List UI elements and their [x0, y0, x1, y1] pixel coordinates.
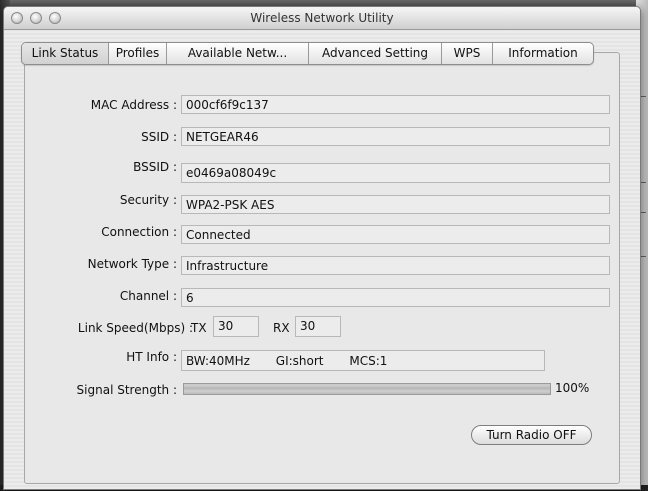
tab-available-networks[interactable]: Available Netw...: [166, 43, 308, 64]
network-type-label: Network Type :: [87, 257, 177, 271]
tx-field: 30: [213, 316, 259, 337]
signal-strength-percent: 100%: [555, 381, 590, 395]
tab-information[interactable]: Information: [492, 43, 593, 64]
ht-gi: GI:short: [275, 354, 324, 368]
security-field: WPA2-PSK AES: [181, 195, 610, 214]
ssid-label: SSID :: [141, 130, 177, 144]
ht-info-field: BW:40MHz GI:short MCS:1: [181, 350, 545, 371]
signal-strength-bar: [183, 383, 551, 395]
tab-bar: Link Status Profiles Available Netw... A…: [21, 42, 594, 65]
signal-strength-label: Signal Strength :: [76, 383, 177, 397]
connection-field: Connected: [181, 225, 610, 244]
rx-label: RX: [273, 321, 290, 335]
bssid-field: e0469a08049c: [181, 163, 610, 183]
tab-profiles[interactable]: Profiles: [108, 43, 166, 64]
security-label: Security :: [119, 193, 177, 207]
mac-address-field: 000cf6f9c137: [181, 95, 610, 114]
ht-bw: BW:40MHz: [186, 354, 250, 368]
ssid-field: NETGEAR46: [181, 127, 610, 146]
channel-label: Channel :: [119, 289, 177, 303]
ht-info-label: HT Info :: [126, 350, 177, 364]
network-type-field: Infrastructure: [181, 256, 610, 275]
ht-mcs: MCS:1: [349, 354, 388, 368]
wireless-utility-window: Wireless Network Utility Link Status Pro…: [3, 6, 641, 490]
window-content: Link Status Profiles Available Netw... A…: [4, 30, 640, 489]
title-bar[interactable]: Wireless Network Utility: [4, 7, 640, 30]
turn-radio-off-button[interactable]: Turn Radio OFF: [471, 425, 592, 445]
signal-strength-fill: [184, 384, 550, 394]
mac-address-label: MAC Address :: [90, 98, 177, 112]
connection-label: Connection :: [101, 225, 177, 239]
tab-link-status[interactable]: Link Status: [22, 43, 108, 64]
window-title: Wireless Network Utility: [250, 11, 394, 25]
link-status-panel: MAC Address : 000cf6f9c137 SSID : NETGEA…: [24, 52, 620, 484]
link-speed-label: Link Speed(Mbps) :: [77, 321, 193, 335]
rx-field: 30: [295, 316, 341, 337]
bssid-label: BSSID :: [133, 160, 177, 174]
tx-label: TX: [191, 321, 207, 335]
tab-advanced-setting[interactable]: Advanced Setting: [308, 43, 441, 64]
tab-wps[interactable]: WPS: [441, 43, 492, 64]
channel-field: 6: [181, 288, 610, 307]
